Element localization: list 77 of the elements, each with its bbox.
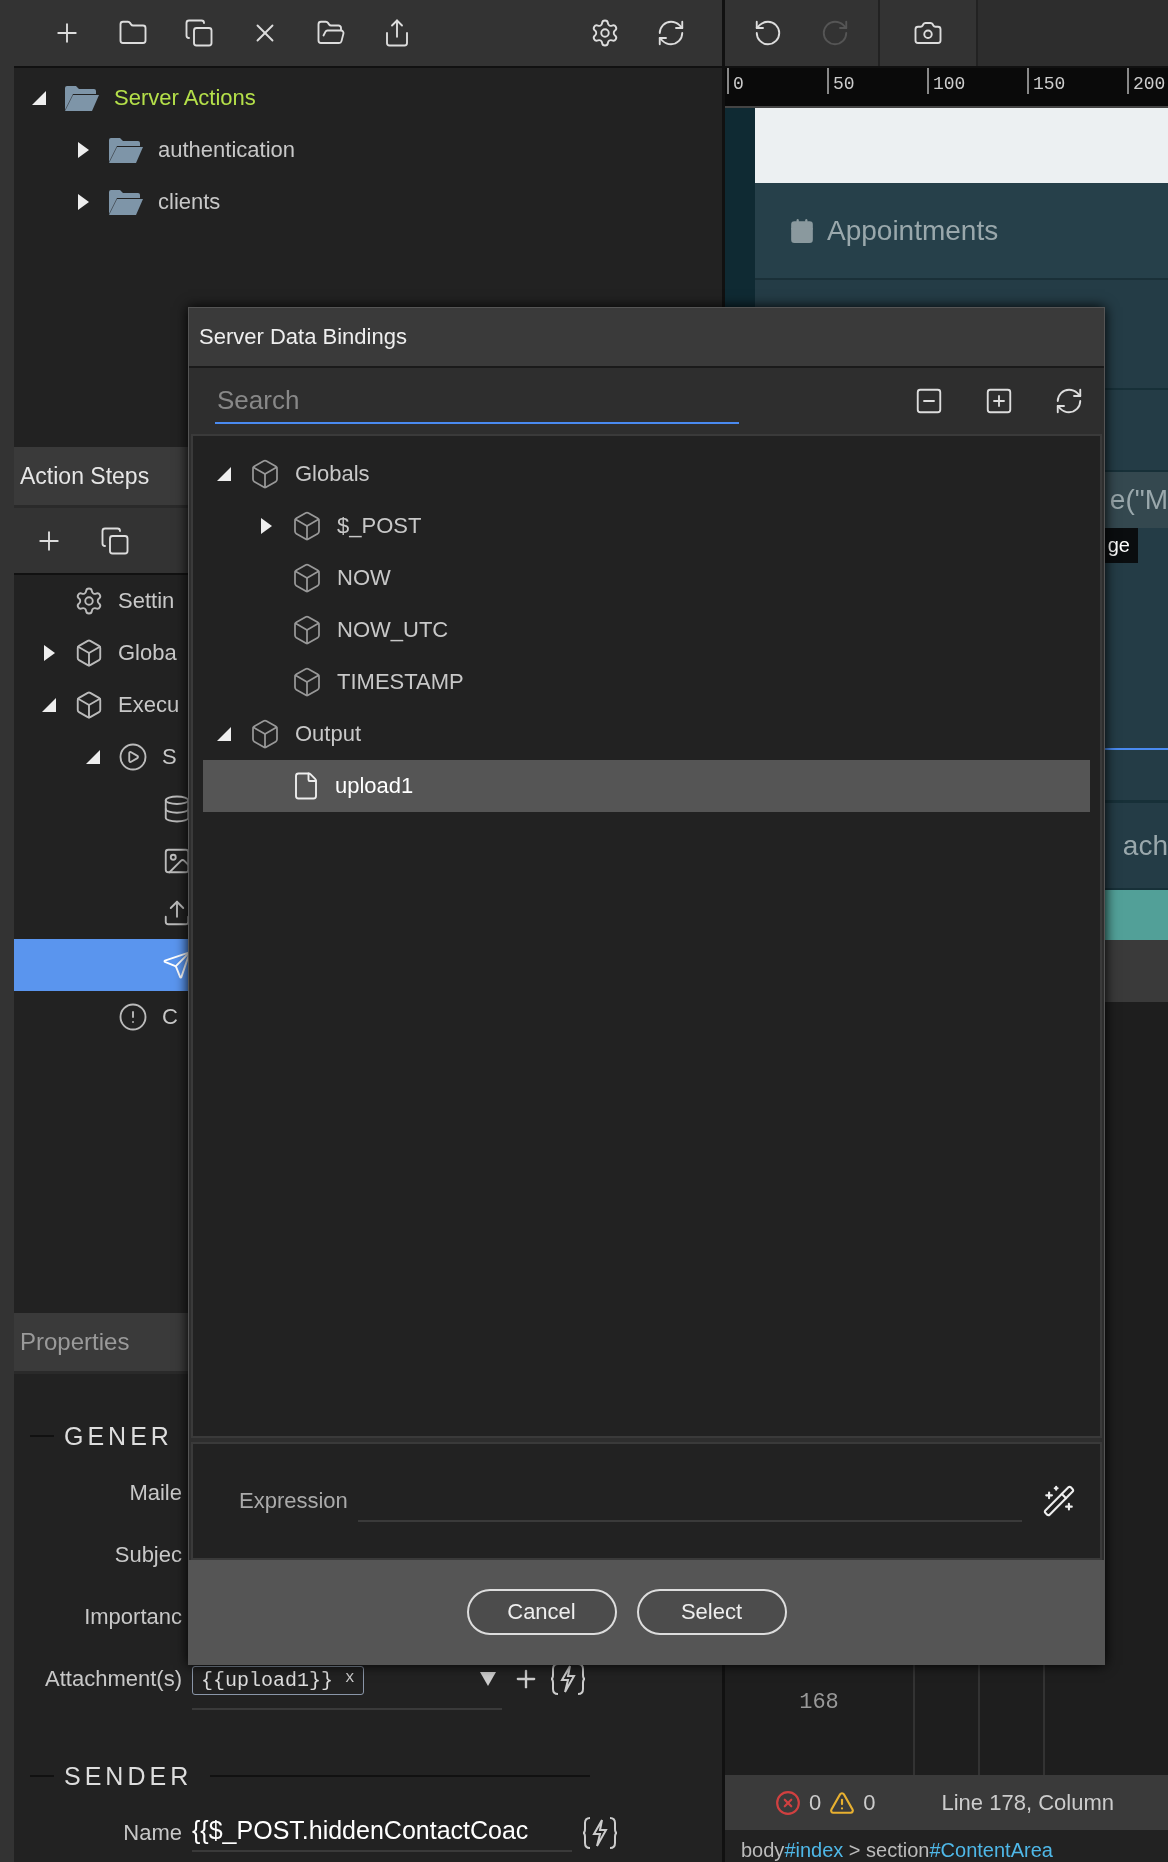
dialog-title: Server Data Bindings <box>199 324 407 350</box>
refresh-icon[interactable] <box>656 18 686 48</box>
step-label[interactable]: Globa <box>118 640 177 666</box>
selected-binding-row[interactable]: upload1 <box>203 760 1090 812</box>
caret-icon[interactable] <box>215 465 233 483</box>
name-field[interactable]: {{$_POST.hiddenContactCoac <box>192 1814 572 1852</box>
settings-icon[interactable] <box>590 18 620 48</box>
step-label[interactable]: S <box>162 744 177 770</box>
warning-icon <box>829 1789 856 1816</box>
folder-icon <box>64 84 100 112</box>
field-label: Name <box>122 1820 182 1846</box>
step-label[interactable]: Execu <box>118 692 180 718</box>
tree-item[interactable]: authentication <box>158 137 295 163</box>
cube-icon <box>291 614 323 646</box>
cube-icon <box>249 718 281 750</box>
breadcrumb: body#index > section#ContentArea <box>741 1838 1053 1862</box>
bindings-icon[interactable] <box>582 1816 618 1850</box>
section-title: SENDER <box>64 1761 193 1791</box>
line-number: 168 <box>799 1690 839 1715</box>
copy-icon[interactable] <box>184 18 214 48</box>
binding-label[interactable]: TIMESTAMP <box>337 669 464 695</box>
step-label[interactable]: Settin <box>118 588 175 614</box>
expression-label: Expression <box>239 1488 348 1514</box>
panel-title: Action Steps <box>20 462 150 490</box>
cube-icon <box>74 690 104 720</box>
error-icon <box>775 1789 801 1816</box>
bindings-icon[interactable] <box>550 1662 586 1696</box>
section-title: GENER <box>64 1421 173 1451</box>
magic-wand-icon[interactable] <box>1042 1484 1076 1518</box>
folder-icon <box>108 136 144 164</box>
calendar-icon <box>789 217 815 244</box>
cube-icon <box>291 510 323 542</box>
step-label[interactable]: C <box>162 1004 178 1030</box>
card-heading: Appointments <box>827 214 999 247</box>
field-label: Maile <box>128 1480 182 1506</box>
refresh-icon[interactable] <box>1054 386 1084 416</box>
tree-item[interactable]: clients <box>158 189 221 215</box>
panel-title: Properties <box>20 1328 130 1356</box>
field-label: Attachment(s) <box>44 1666 182 1692</box>
ruler-label: 0 <box>727 68 827 94</box>
error-count: 0 <box>809 1789 822 1816</box>
cube-icon <box>291 562 323 594</box>
ruler-label: 100 <box>927 68 1027 94</box>
field-label: Subjec <box>113 1542 182 1568</box>
copy-icon[interactable] <box>100 525 130 556</box>
field-label: Importanc <box>83 1604 182 1630</box>
tree-item[interactable]: Server Actions <box>114 85 256 111</box>
caret-icon[interactable] <box>30 89 48 107</box>
expand-icon[interactable] <box>984 386 1014 416</box>
attachment-tag[interactable]: {{upload1}} x <box>192 1666 364 1695</box>
cube-icon <box>74 638 104 668</box>
cursor-position: Line 178, Column <box>941 1789 1114 1816</box>
binding-label[interactable]: NOW_UTC <box>337 617 449 643</box>
ruler-label: 50 <box>827 68 927 94</box>
gear-icon <box>74 586 104 616</box>
cube-icon <box>291 666 323 698</box>
button-fragment: ach <box>1122 829 1168 862</box>
caret-icon[interactable] <box>40 696 58 714</box>
play-icon <box>118 742 148 772</box>
select-button[interactable]: Select <box>636 1589 787 1635</box>
ruler-label: 200 <box>1127 68 1168 94</box>
folder-icon <box>108 188 144 216</box>
binding-label[interactable]: upload1 <box>335 773 414 799</box>
caret-icon[interactable] <box>84 748 102 766</box>
binding-label[interactable]: Output <box>295 721 362 747</box>
code-fragment: e("M <box>1109 484 1168 516</box>
binding-label[interactable]: $_POST <box>337 513 422 539</box>
search-field[interactable]: Search <box>215 378 739 424</box>
alert-icon <box>118 1002 148 1032</box>
warning-count: 0 <box>863 1789 876 1816</box>
cube-icon <box>249 458 281 490</box>
cancel-button[interactable]: Cancel <box>466 1589 617 1635</box>
collapse-icon[interactable] <box>914 386 944 416</box>
binding-label[interactable]: Globals <box>295 461 370 487</box>
binding-label[interactable]: NOW <box>337 565 391 591</box>
ruler-label: 150 <box>1027 68 1127 94</box>
caret-icon[interactable] <box>215 725 233 743</box>
